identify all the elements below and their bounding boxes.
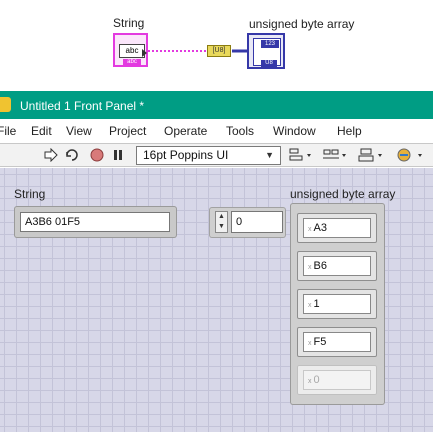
array-element[interactable]: x B6: [303, 256, 371, 276]
string-to-byte-array-function[interactable]: [U8]: [207, 45, 231, 57]
hex-radix-icon: x: [308, 226, 312, 233]
menu-help[interactable]: Help: [337, 124, 362, 138]
resize-objects-icon[interactable]: [358, 147, 386, 163]
menu-project[interactable]: Project: [109, 124, 146, 138]
labview-icon: [0, 97, 11, 112]
array-element-value: 1: [313, 298, 320, 310]
array-terminal[interactable]: 123 U8: [247, 33, 285, 69]
array-element-value: A3: [313, 222, 327, 234]
array-element[interactable]: x1: [303, 294, 371, 314]
array-element-value: B6: [313, 260, 327, 272]
array-indicator-label: unsigned byte array: [290, 187, 396, 201]
array-index-display[interactable]: 0: [231, 211, 283, 233]
window-title: Untitled 1 Front Panel *: [20, 99, 145, 113]
hex-radix-icon: x: [308, 264, 312, 271]
chevron-down-icon: ▼: [265, 150, 274, 160]
run-continuously-icon[interactable]: [64, 147, 80, 163]
distribute-objects-icon[interactable]: [323, 147, 349, 163]
abort-icon[interactable]: [90, 148, 104, 162]
reorder-icon[interactable]: [396, 147, 426, 163]
string-terminal-tag: abc: [123, 59, 141, 65]
array-terminal-type: 123: [261, 40, 279, 48]
hex-radix-icon: x: [308, 302, 312, 309]
array-element-value: 0: [313, 374, 320, 386]
menu-file[interactable]: File: [0, 124, 16, 138]
pause-icon[interactable]: [112, 149, 124, 161]
menu-view[interactable]: View: [66, 124, 92, 138]
menu-bar: [0, 121, 433, 141]
array-element-empty[interactable]: x0: [303, 370, 371, 390]
array-terminal-tag: U8: [261, 60, 277, 67]
hex-radix-icon: x: [308, 340, 312, 347]
font-select-value: 16pt Poppins UI: [143, 148, 229, 162]
align-objects-icon[interactable]: [289, 147, 313, 163]
hex-radix-icon: x: [308, 378, 312, 385]
run-arrow-icon[interactable]: [44, 148, 58, 162]
menu-tools[interactable]: Tools: [226, 124, 254, 138]
string-control-label: String: [14, 187, 46, 201]
terminal-arrow-icon: [142, 49, 147, 57]
bd-array-label: unsigned byte array: [249, 17, 355, 31]
array-element[interactable]: x A3: [303, 218, 371, 238]
index-stepper[interactable]: ▲ ▼: [215, 211, 228, 233]
menu-window[interactable]: Window: [273, 124, 316, 138]
font-select[interactable]: 16pt Poppins UI ▼: [136, 146, 281, 165]
array-element[interactable]: x F5: [303, 332, 371, 352]
array-element-value: F5: [313, 336, 327, 348]
wires: [148, 49, 247, 53]
menu-operate[interactable]: Operate: [164, 124, 207, 138]
string-control[interactable]: A3B6 01F5: [20, 212, 170, 232]
string-terminal[interactable]: abc abc: [113, 33, 148, 67]
menu-edit[interactable]: Edit: [31, 124, 52, 138]
bd-string-label: String: [113, 16, 145, 30]
